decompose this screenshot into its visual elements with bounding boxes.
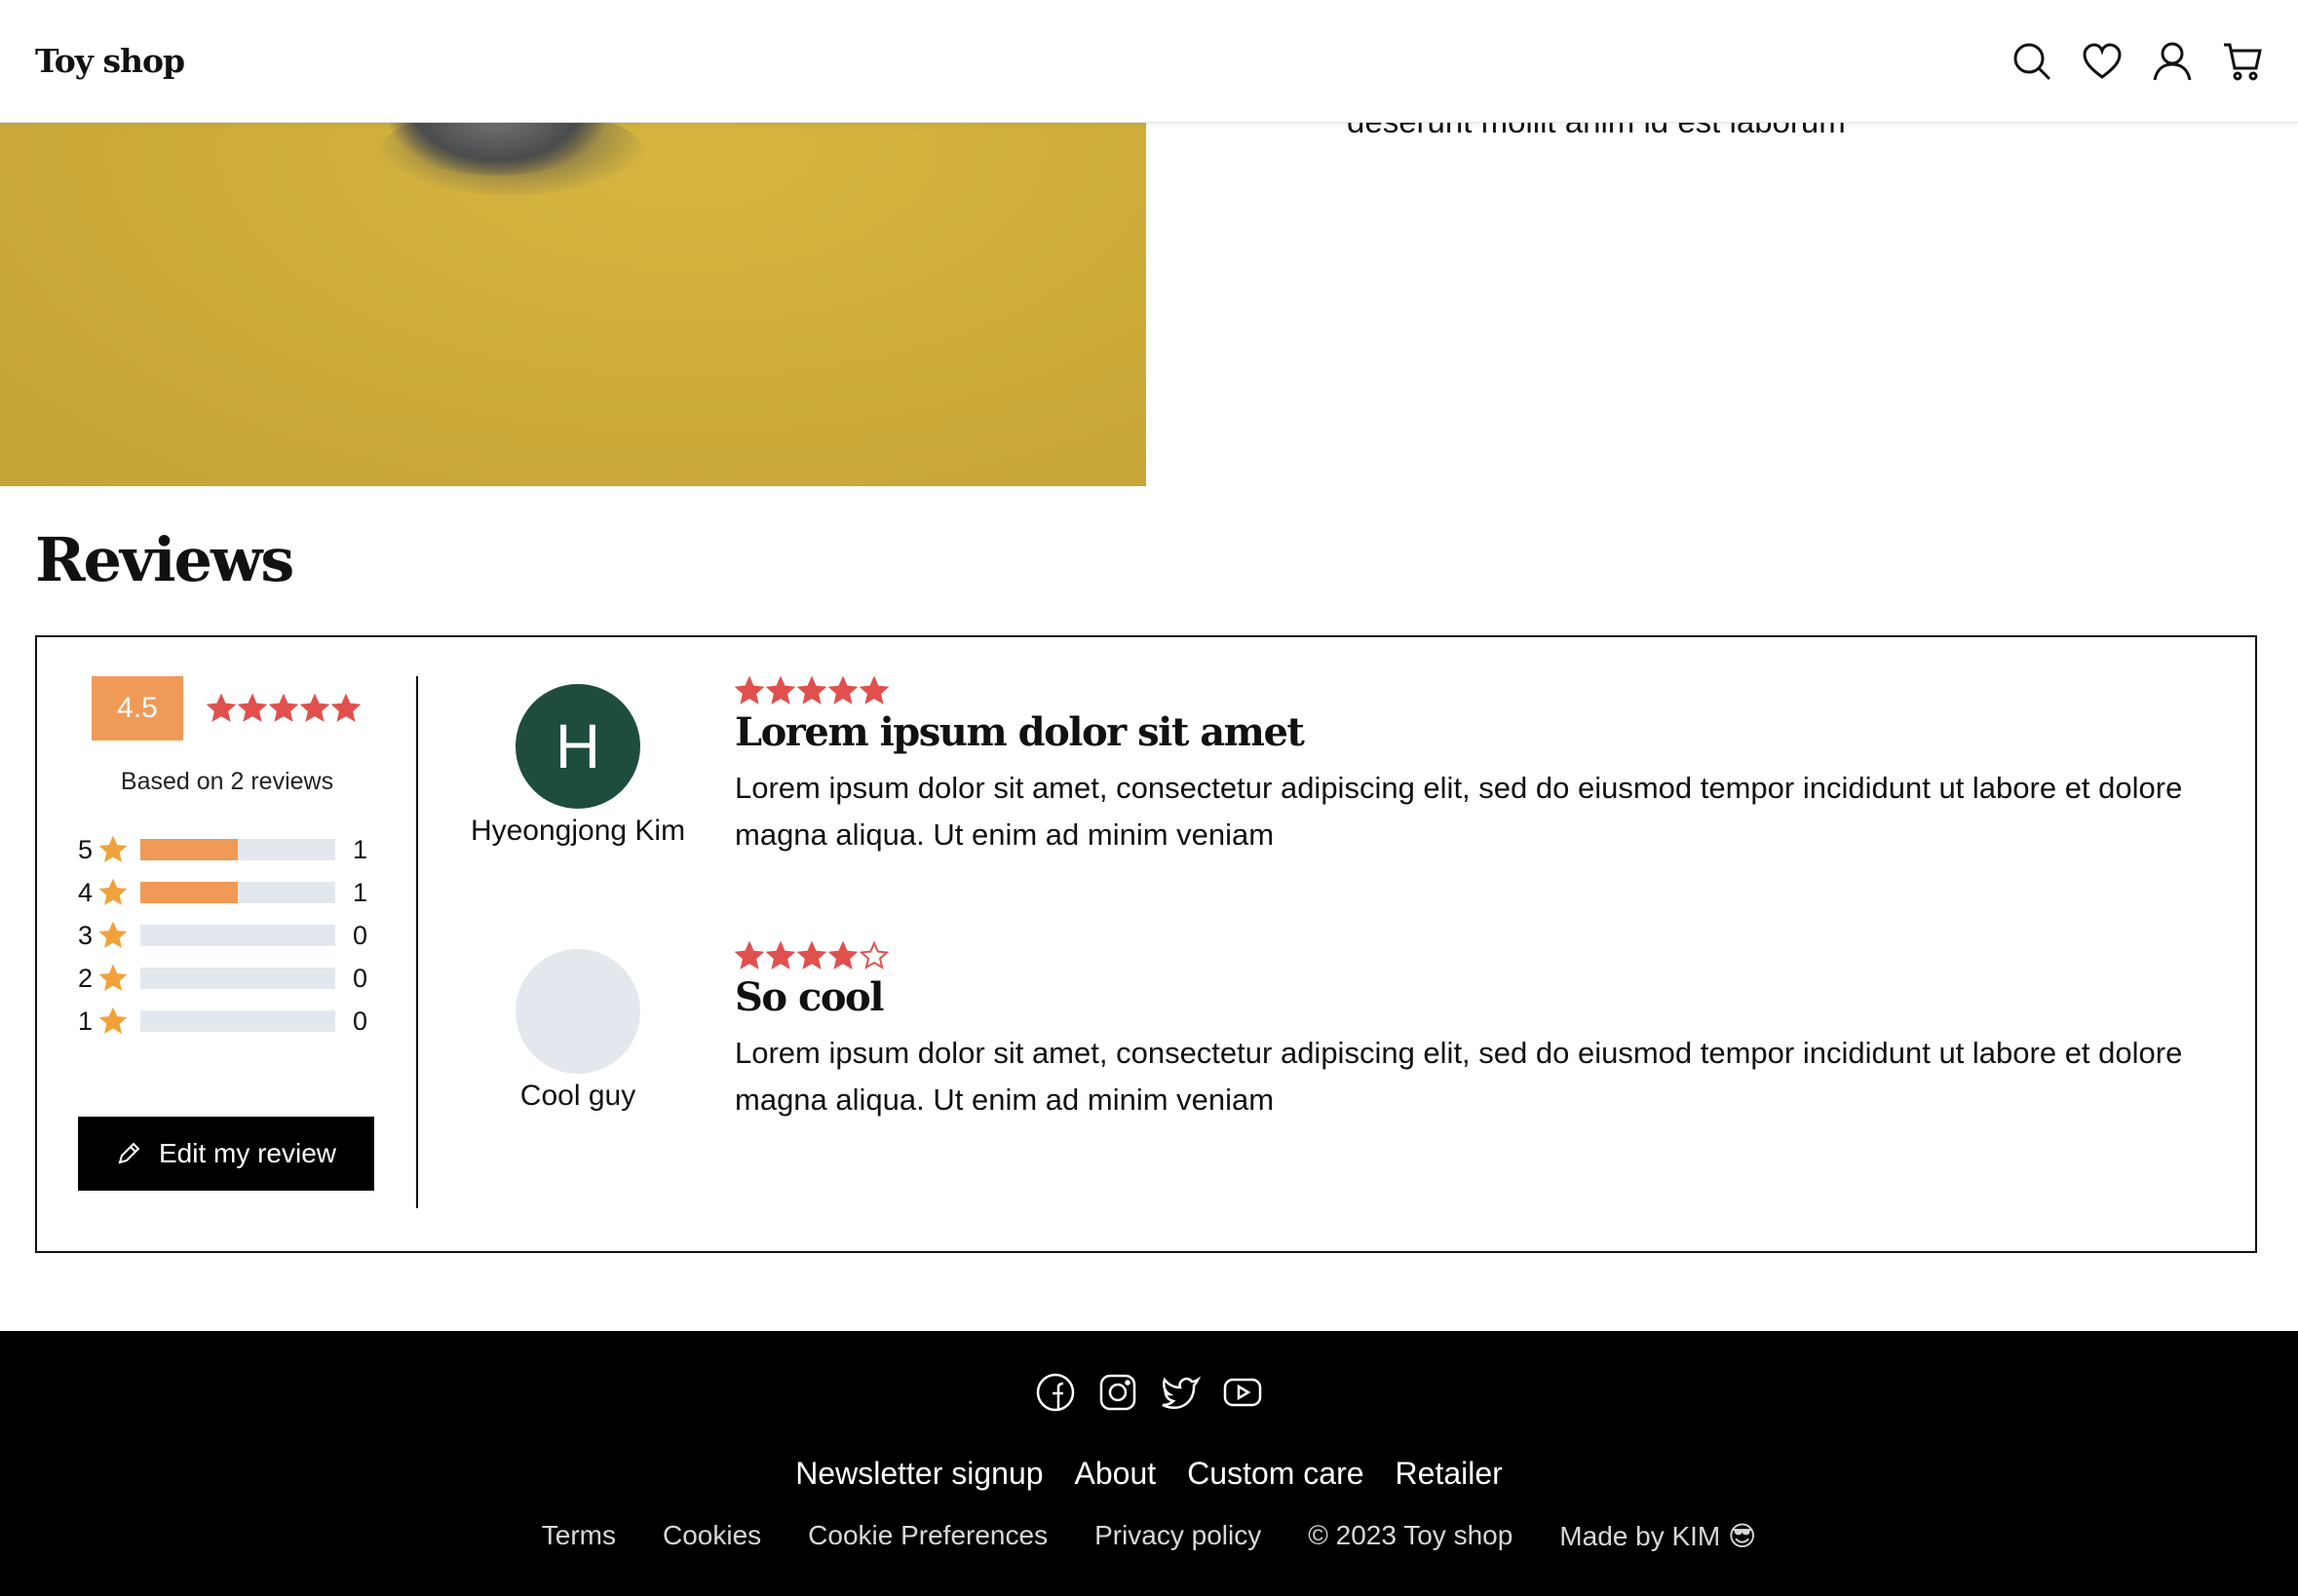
youtube-icon[interactable] xyxy=(1222,1372,1263,1413)
star-icon xyxy=(238,694,267,722)
distribution-row: 30 xyxy=(78,914,390,957)
reviews-title: Reviews xyxy=(35,524,294,595)
average-rating-badge: 4.5 xyxy=(92,676,183,741)
cart-icon[interactable] xyxy=(2222,41,2263,82)
copyright: © 2023 Toy shop xyxy=(1308,1520,1513,1550)
distribution-bar xyxy=(140,968,335,989)
distribution-rating: 5 xyxy=(78,834,94,864)
star-icon xyxy=(269,694,298,722)
star-empty-icon xyxy=(860,941,889,969)
distribution-bar-fill xyxy=(140,839,238,860)
reviews-panel: 4.5 Based on 2 reviews 5141302010 Edit m… xyxy=(35,635,2257,1253)
legal-link-cookies[interactable]: Cookies xyxy=(663,1520,761,1552)
legal-link-privacy[interactable]: Privacy policy xyxy=(1094,1520,1261,1552)
author-name: Hyeongjong Kim xyxy=(470,815,686,847)
distribution-count: 0 xyxy=(353,963,368,993)
pencil-icon xyxy=(118,1142,140,1164)
footer-link-retailer[interactable]: Retailer xyxy=(1396,1456,1503,1492)
review-text: Lorem ipsum dolor sit amet, consectetur … xyxy=(735,771,2183,852)
star-filled-icon xyxy=(735,941,764,969)
rating-summary: 4.5 Based on 2 reviews 5141302010 Edit m… xyxy=(37,637,417,1251)
avatar: H xyxy=(516,684,640,809)
search-icon[interactable] xyxy=(2011,41,2052,82)
site-logo[interactable]: Toy shop xyxy=(35,42,185,80)
distribution-bar-fill xyxy=(140,882,238,903)
star-filled-icon xyxy=(766,676,795,704)
star-icon xyxy=(99,965,127,991)
distribution-rating: 3 xyxy=(78,920,94,950)
star-icon xyxy=(300,694,329,722)
distribution-bar xyxy=(140,1010,335,1032)
distribution-bar xyxy=(140,839,335,860)
star-filled-icon xyxy=(735,676,764,704)
twitter-icon[interactable] xyxy=(1160,1372,1201,1413)
star-filled-icon xyxy=(828,676,858,704)
distribution-count: 0 xyxy=(353,920,368,950)
footer-links: Newsletter signup About Custom care Reta… xyxy=(0,1456,2298,1492)
star-icon xyxy=(99,922,127,948)
legal-links: Terms Cookies Cookie Preferences Privacy… xyxy=(0,1520,2298,1552)
made-by: Made by KIM 😎 xyxy=(1559,1521,1757,1551)
legal-link-terms[interactable]: Terms xyxy=(542,1520,616,1552)
review-title: So cool xyxy=(735,974,884,1020)
distribution-row: 20 xyxy=(78,957,390,1000)
distribution-row: 41 xyxy=(78,871,390,914)
review-count-text: Based on 2 reviews xyxy=(120,768,334,795)
distribution-bar xyxy=(140,882,335,903)
footer-link-custom-care[interactable]: Custom care xyxy=(1187,1456,1363,1492)
footer-link-about[interactable]: About xyxy=(1075,1456,1157,1492)
review-author: Cool guy xyxy=(456,941,700,1113)
social-links xyxy=(0,1372,2298,1413)
summary-divider xyxy=(416,676,418,1208)
distribution-row: 51 xyxy=(78,828,390,871)
distribution-row: 10 xyxy=(78,1000,390,1043)
distribution-rating: 2 xyxy=(78,963,94,993)
site-footer: Newsletter signup About Custom care Reta… xyxy=(0,1331,2298,1596)
distribution-count: 0 xyxy=(353,1006,368,1036)
distribution-count: 1 xyxy=(353,877,368,907)
facebook-icon[interactable] xyxy=(1035,1372,1076,1413)
star-filled-icon xyxy=(797,676,826,704)
heart-icon[interactable] xyxy=(2082,41,2123,82)
distribution-count: 1 xyxy=(353,834,368,864)
user-icon[interactable] xyxy=(2152,41,2193,82)
star-icon xyxy=(207,694,236,722)
star-filled-icon xyxy=(797,941,826,969)
star-icon xyxy=(331,694,361,722)
star-icon xyxy=(99,836,127,862)
star-icon xyxy=(99,1007,127,1034)
star-icon xyxy=(99,879,127,905)
edit-review-label: Edit my review xyxy=(158,1138,337,1168)
legal-link-cookie-preferences[interactable]: Cookie Preferences xyxy=(808,1520,1048,1552)
distribution-rating: 1 xyxy=(78,1006,94,1036)
star-filled-icon xyxy=(766,941,795,969)
review-body: Lorem ipsum dolor sit amet Lorem ipsum d… xyxy=(735,676,2206,858)
review-title: Lorem ipsum dolor sit amet xyxy=(735,709,1305,755)
average-stars xyxy=(207,694,361,723)
review-stars xyxy=(735,676,2206,705)
rating-distribution: 5141302010 xyxy=(78,828,390,1043)
review-stars xyxy=(735,941,2206,970)
instagram-icon[interactable] xyxy=(1097,1372,1138,1413)
star-filled-icon xyxy=(828,941,858,969)
author-name: Cool guy xyxy=(519,1080,636,1112)
distribution-bar xyxy=(140,925,335,946)
review-text: Lorem ipsum dolor sit amet, consectetur … xyxy=(735,1036,2183,1117)
edit-review-button[interactable]: Edit my review xyxy=(78,1117,374,1191)
footer-link-newsletter[interactable]: Newsletter signup xyxy=(795,1456,1043,1492)
site-header: Toy shop xyxy=(0,0,2298,123)
review-author: H Hyeongjong Kim xyxy=(456,676,700,848)
header-icons xyxy=(2011,41,2263,82)
avatar xyxy=(516,949,640,1074)
distribution-rating: 4 xyxy=(78,877,94,907)
star-filled-icon xyxy=(860,676,889,704)
review-body: So cool Lorem ipsum dolor sit amet, cons… xyxy=(735,941,2206,1123)
